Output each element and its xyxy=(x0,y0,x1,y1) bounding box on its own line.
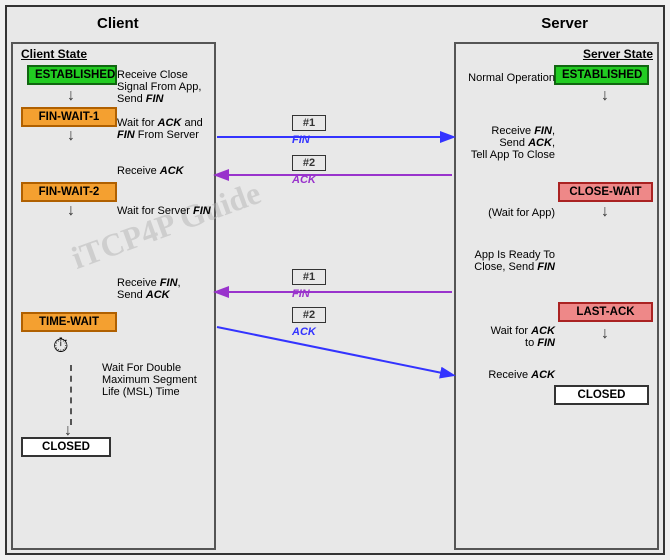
server-header: Server xyxy=(541,15,588,32)
fin1-box: #1 xyxy=(292,115,326,131)
client-desc-send-fin: Receive CloseSignal From App,Send FIN xyxy=(117,69,212,105)
client-time-wait: TIME-WAIT xyxy=(21,312,117,332)
server-desc-receive-fin: Receive FIN,Send ACK,Tell App To Close xyxy=(435,125,555,161)
server-closed: CLOSED xyxy=(554,385,649,405)
server-panel xyxy=(454,42,659,550)
clock-icon: ⏱ xyxy=(53,335,69,358)
arrow-s2: ↓ xyxy=(601,203,609,221)
server-established: ESTABLISHED xyxy=(554,65,649,85)
client-closed: CLOSED xyxy=(21,437,111,457)
client-fin-wait-1: FIN-WAIT-1 xyxy=(21,107,117,127)
server-desc-app-ready: App Is Ready ToClose, Send FIN xyxy=(435,249,555,273)
client-desc-wait-msl: Wait For DoubleMaximum SegmentLife (MSL)… xyxy=(102,362,207,398)
fin1-label: FIN xyxy=(292,134,310,146)
ack2-label: ACK xyxy=(292,326,316,338)
client-desc-receive-ack: Receive ACK xyxy=(117,165,212,177)
dashed-line-client xyxy=(70,365,72,425)
client-desc-receive-fin-send-ack: Receive FIN,Send ACK xyxy=(117,277,212,301)
server-desc-wait-ack: Wait for ACKto FIN xyxy=(450,325,555,349)
client-header: Client xyxy=(97,15,139,32)
arrow-c3: ↓ xyxy=(67,202,75,220)
client-desc-wait-server-fin: Wait for Server FIN xyxy=(117,205,212,217)
client-desc-wait-ack-fin: Wait for ACK andFIN From Server xyxy=(117,117,212,141)
client-established: ESTABLISHED xyxy=(27,65,117,85)
arrow-s1: ↓ xyxy=(601,87,609,105)
server-last-ack: LAST-ACK xyxy=(558,302,653,322)
ack2-box: #2 xyxy=(292,307,326,323)
ack1-box: #2 xyxy=(292,155,326,171)
server-close-wait: CLOSE-WAIT xyxy=(558,182,653,202)
diagram: Client Server iTCP4P Guide Client State … xyxy=(5,5,665,555)
arrow-c1: ↓ xyxy=(67,87,75,105)
server-state-title: Server State xyxy=(548,47,653,61)
server-desc-receive-ack: Receive ACK xyxy=(450,369,555,381)
ack1-label: ACK xyxy=(292,174,316,186)
client-state-title: Client State xyxy=(21,47,87,61)
fin2-box: #1 xyxy=(292,269,326,285)
fin2-label: FIN xyxy=(292,288,310,300)
client-fin-wait-2: FIN-WAIT-2 xyxy=(21,182,117,202)
arrow-s3: ↓ xyxy=(601,325,609,343)
server-desc-wait-app: (Wait for App) xyxy=(450,207,555,219)
arrow-c2: ↓ xyxy=(67,127,75,145)
server-desc-normal-op: Normal Operation xyxy=(450,72,555,84)
